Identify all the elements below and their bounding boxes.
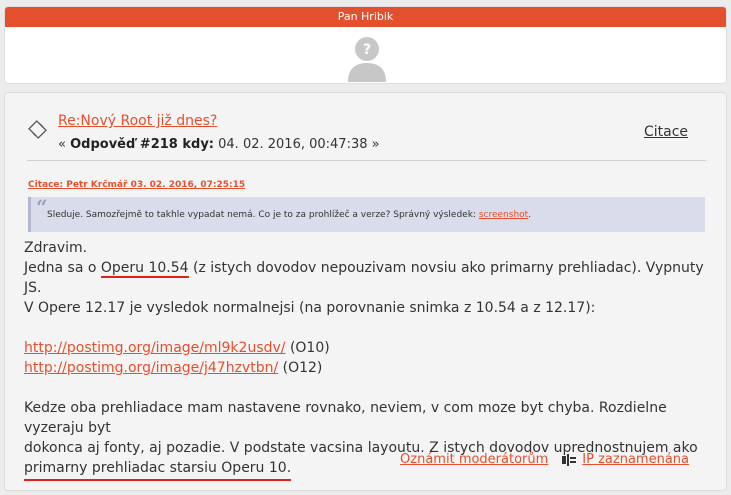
user-name[interactable]: Pan Hribik (5, 7, 726, 27)
unknown-user-avatar-icon[interactable]: ? (346, 34, 388, 82)
cite-button[interactable]: Citace (644, 124, 688, 140)
body-line: http://postimg.org/image/j47hzvtbn/ (O12… (24, 358, 714, 378)
quote-block: “ Sleduje. Samozřejmě to takhle vypadat … (28, 195, 705, 232)
post-date: 04. 02. 2016, 00:47:38 (218, 137, 368, 152)
svg-text:?: ? (363, 42, 371, 58)
report-moderator-link[interactable]: Oznámit moderátorům (400, 452, 548, 467)
body-text: Jedna sa o (24, 260, 101, 276)
ip-logged-icon (562, 453, 577, 466)
link-suffix: (O10) (285, 340, 330, 356)
link-suffix: (O12) (278, 360, 323, 376)
reply-number: Odpověď #218 kdy: (70, 137, 214, 152)
highlighted-text: primarny prehliadac starsiu Operu 10. (24, 460, 292, 481)
user-card: Pan Hribik ? (4, 6, 727, 84)
post-title-link[interactable]: Re:Nový Root již dnes? (58, 113, 217, 129)
body-line: Kedze oba prehliadace mam nastavene rovn… (24, 400, 667, 436)
post-divider (27, 160, 706, 161)
post: Re:Nový Root již dnes? « Odpověď #218 kd… (4, 92, 727, 491)
highlighted-text: Operu 10.54 (100, 260, 189, 278)
quote-header-link[interactable]: Citace: Petr Krčmář 03. 02. 2016, 07:25:… (28, 180, 245, 190)
meta-prefix: « (58, 137, 71, 152)
body-line: V Opere 12.17 je vysledok normalnejsi (n… (24, 300, 596, 316)
quote-screenshot-link[interactable]: screenshot (479, 210, 528, 220)
post-topic-icon (28, 120, 47, 139)
meta-suffix: » (367, 137, 380, 152)
quote-text-before: Sleduje. Samozřejmě to takhle vypadat ne… (47, 210, 479, 220)
post-meta: « Odpověď #218 kdy: 04. 02. 2016, 00:47:… (58, 137, 380, 152)
post-actions: Oznámit moderátorům IP zaznamenána (400, 452, 689, 467)
post-body: Zdravim. Jedna sa o Operu 10.54 (z istyc… (24, 238, 714, 481)
quote-text: Sleduje. Samozřejmě to takhle vypadat ne… (47, 210, 531, 220)
image-link-o10[interactable]: http://postimg.org/image/ml9k2usdv/ (24, 340, 286, 356)
quote-text-after: . (528, 210, 532, 220)
image-link-o12[interactable]: http://postimg.org/image/j47hzvtbn/ (24, 360, 278, 376)
body-line: Zdravim. (24, 240, 88, 256)
body-line: Jedna sa o Operu 10.54 (z istych dovodov… (24, 258, 714, 298)
quote-mark-icon: “ (36, 195, 48, 219)
ip-logged-link[interactable]: IP zaznamenána (582, 452, 689, 467)
body-line: http://postimg.org/image/ml9k2usdv/ (O10… (24, 338, 714, 358)
